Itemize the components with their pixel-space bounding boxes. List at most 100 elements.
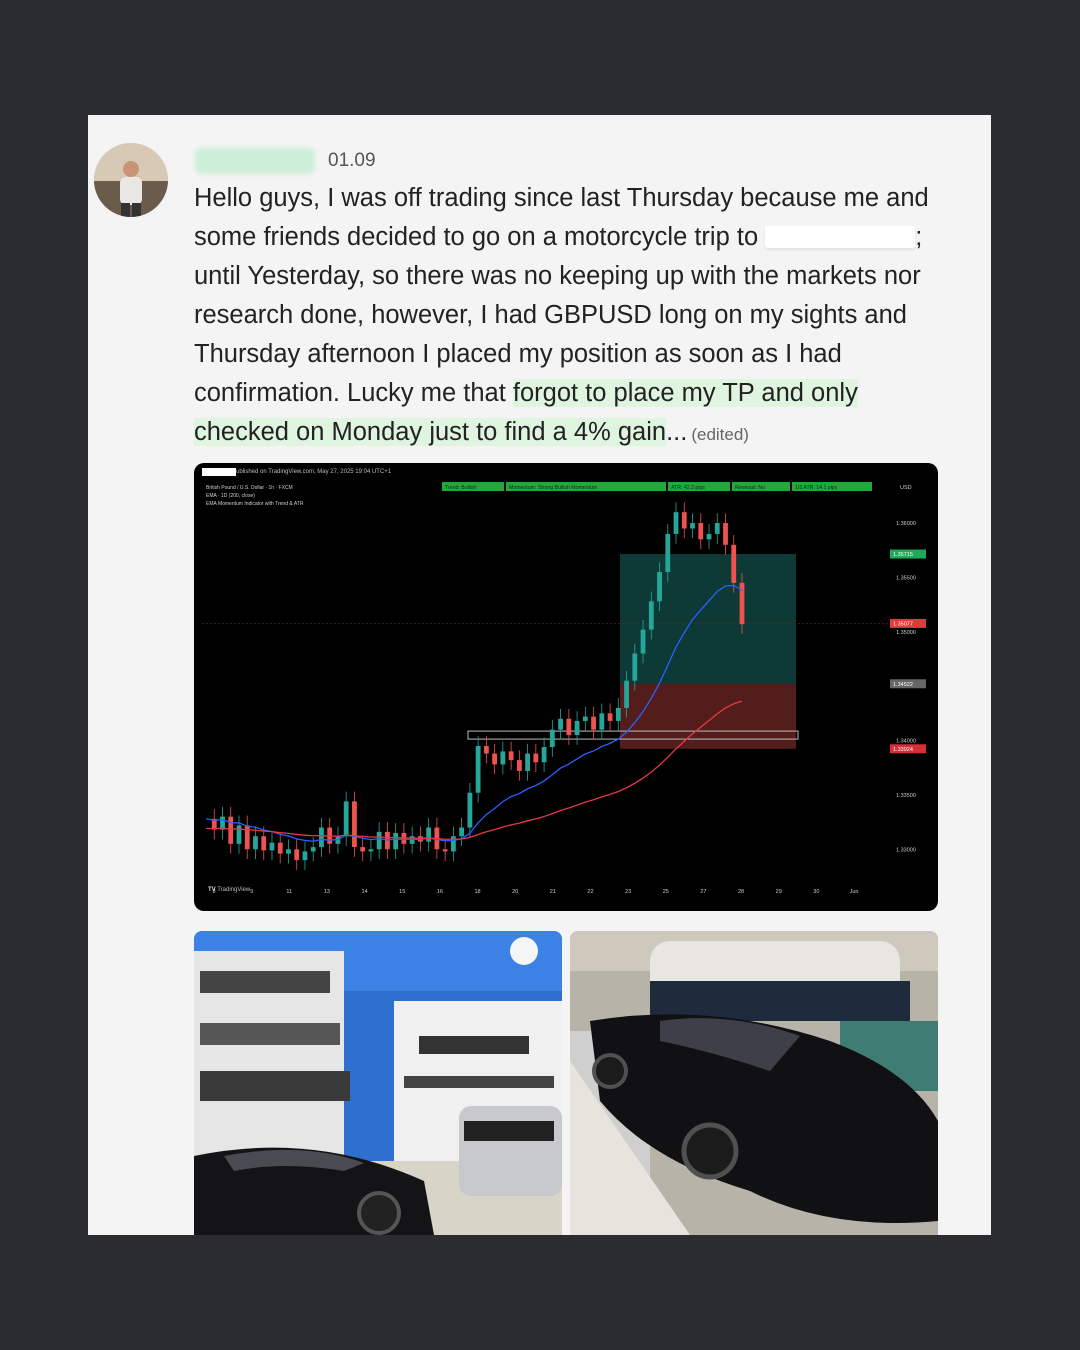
candle-body bbox=[352, 801, 357, 848]
date-axis-label: 15 bbox=[399, 889, 405, 895]
price-tag-label: 1.35077 bbox=[893, 621, 913, 627]
date-axis-label: 23 bbox=[625, 889, 631, 895]
date-axis-label: 20 bbox=[512, 889, 518, 895]
candle-body bbox=[566, 718, 572, 736]
price-axis-label: 1.35000 bbox=[896, 630, 916, 636]
price-tag-label: 1.34522 bbox=[893, 682, 913, 688]
chart-plot: British Pound / U.S. Dollar · 1h · FXCM E… bbox=[202, 482, 926, 895]
candle-body bbox=[574, 720, 580, 736]
candle-body bbox=[277, 842, 283, 854]
status-chip-label: Momentum: Strong Bullish Momentum bbox=[509, 485, 597, 491]
candle-body bbox=[467, 792, 473, 828]
status-chip-label: Reversal: No bbox=[735, 485, 765, 491]
candle-body bbox=[459, 827, 465, 837]
candle-body bbox=[582, 716, 588, 721]
redacted-location bbox=[765, 226, 916, 248]
date-axis-label: 25 bbox=[663, 889, 669, 895]
candle-body bbox=[302, 851, 308, 861]
candle-body bbox=[483, 745, 489, 754]
date-axis-label: 14 bbox=[362, 889, 368, 895]
candle-body bbox=[640, 629, 646, 654]
candle-body bbox=[508, 751, 514, 761]
candle-body bbox=[714, 523, 720, 534]
status-chip-label: 1/3 ATR: 14.1 pips bbox=[795, 485, 838, 491]
date-axis-label: 18 bbox=[474, 889, 480, 895]
price-axis-label: 1.33500 bbox=[896, 793, 916, 799]
candle-body bbox=[681, 512, 687, 529]
candle-body bbox=[310, 847, 316, 852]
candle-body bbox=[286, 849, 291, 854]
candle-body bbox=[525, 753, 530, 771]
candle-body bbox=[690, 523, 695, 529]
date-axis-label: 30 bbox=[813, 889, 819, 895]
candle-body bbox=[319, 827, 324, 848]
date-axis-label: 9 bbox=[250, 889, 253, 895]
candle-body bbox=[558, 718, 563, 730]
candle-body bbox=[426, 827, 432, 842]
candle-body bbox=[673, 512, 679, 534]
avatar[interactable] bbox=[94, 143, 168, 217]
candle-body bbox=[442, 849, 448, 852]
photo-black-supercar[interactable] bbox=[570, 931, 938, 1235]
candle-body bbox=[624, 680, 629, 708]
candle-body bbox=[393, 832, 399, 850]
message-text: Hello guys, I was off trading since last… bbox=[194, 179, 954, 454]
candle-body bbox=[516, 760, 522, 771]
ellipsis: ... bbox=[666, 418, 688, 446]
legend-line: EMA · 1D (200, close) bbox=[206, 493, 255, 499]
date-axis-label: 27 bbox=[700, 889, 706, 895]
date-axis-label: Jun bbox=[850, 889, 859, 895]
candle-body bbox=[723, 523, 728, 545]
candle-body bbox=[549, 729, 555, 748]
currency-label: USD bbox=[900, 485, 912, 491]
candle-body bbox=[253, 836, 258, 850]
candle-body bbox=[294, 849, 300, 861]
date-axis-label: 13 bbox=[324, 889, 330, 895]
candle-body bbox=[409, 836, 415, 844]
date-axis-label: 16 bbox=[437, 889, 443, 895]
watermark-redaction bbox=[202, 468, 236, 476]
candle-body bbox=[343, 801, 349, 837]
username-redacted[interactable] bbox=[195, 148, 315, 174]
message-card: 01.09 Hello guys, I was off trading sinc… bbox=[88, 115, 991, 1235]
candle-body bbox=[615, 707, 621, 721]
date-axis-label: 29 bbox=[776, 889, 782, 895]
price-tag-label: 1.35715 bbox=[893, 552, 913, 558]
trading-chart-image[interactable]: ublished on TradingView.com, May 27, 202… bbox=[194, 463, 938, 911]
candle-body bbox=[228, 816, 234, 844]
status-chip-label: ATR: 42.3 pips bbox=[671, 485, 705, 491]
candle-body bbox=[500, 751, 506, 765]
candle-body bbox=[607, 713, 613, 721]
candle-body bbox=[360, 847, 366, 852]
price-axis-label: 1.35500 bbox=[896, 575, 916, 581]
candle-body bbox=[731, 544, 737, 583]
candle-body bbox=[698, 523, 704, 540]
candle-body bbox=[368, 849, 374, 852]
candle-body bbox=[591, 716, 596, 730]
candle-body bbox=[648, 601, 654, 630]
candle-body bbox=[376, 831, 382, 850]
price-axis-label: 1.33000 bbox=[896, 847, 916, 853]
message-timestamp: 01.09 bbox=[328, 150, 376, 171]
candle-body bbox=[599, 713, 605, 730]
candle-body bbox=[665, 533, 671, 572]
candle-body bbox=[244, 825, 250, 850]
photo-yachts-supercar[interactable] bbox=[194, 931, 562, 1235]
candle-body bbox=[261, 836, 267, 851]
edited-label: (edited) bbox=[691, 425, 749, 444]
date-axis-label: 21 bbox=[550, 889, 556, 895]
status-chip-label: Trend: Bullish bbox=[445, 485, 477, 491]
candle-body bbox=[657, 571, 662, 602]
candle-body bbox=[450, 836, 456, 852]
date-axis-label: 22 bbox=[587, 889, 593, 895]
date-axis-label: 11 bbox=[286, 889, 292, 895]
legend-line: EMA Momentum Indicator with Trend & ATR bbox=[206, 501, 304, 507]
date-axis-label: 28 bbox=[738, 889, 744, 895]
candle-body bbox=[706, 533, 712, 540]
legend-line: British Pound / U.S. Dollar · 1h · FXCM bbox=[206, 485, 293, 491]
candle-body bbox=[632, 653, 638, 681]
candle-body bbox=[269, 842, 275, 851]
candle-body bbox=[475, 745, 481, 793]
price-axis-label: 1.34000 bbox=[896, 739, 916, 745]
candle-body bbox=[541, 747, 547, 763]
